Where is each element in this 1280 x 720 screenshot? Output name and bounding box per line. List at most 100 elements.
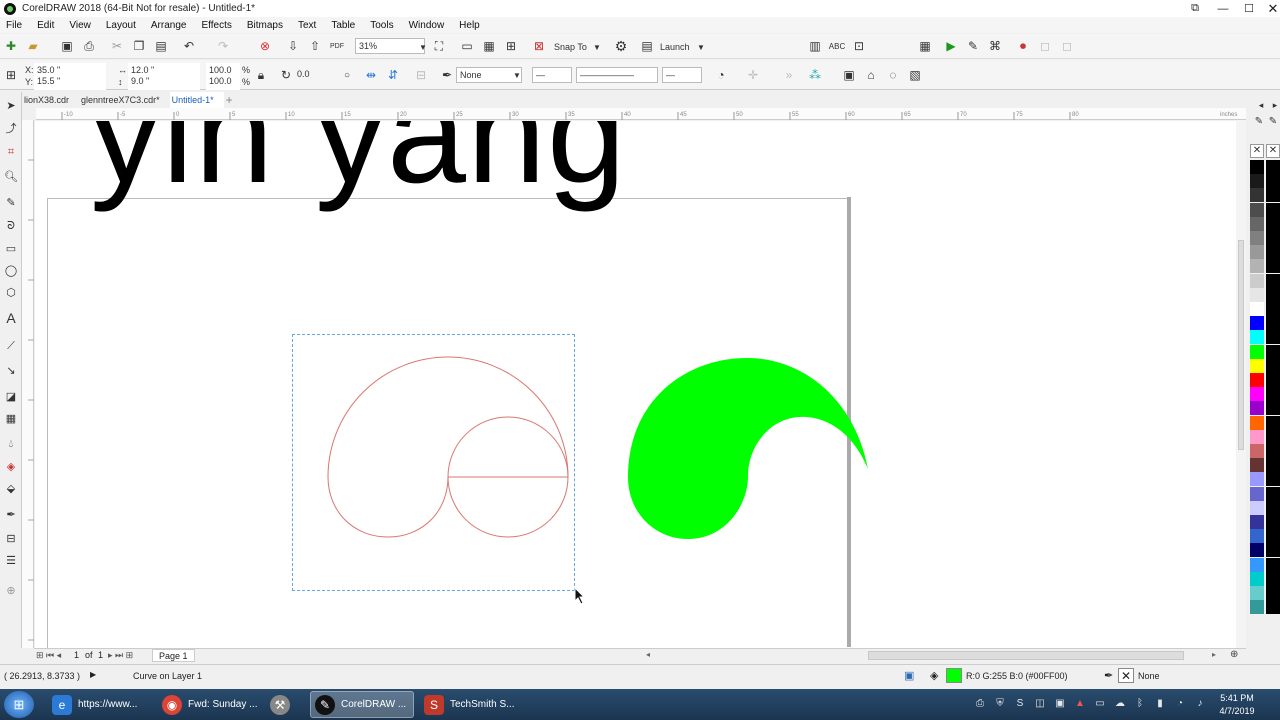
show-grid-icon[interactable]: ▦ [480, 37, 498, 55]
menu-help[interactable]: Help [459, 20, 480, 31]
snap-off-icon[interactable]: ⊠ [530, 37, 548, 55]
palette-swatch[interactable] [1250, 458, 1264, 473]
menu-bitmaps[interactable]: Bitmaps [247, 20, 283, 31]
palette-swatch[interactable] [1250, 344, 1264, 359]
undo-icon[interactable]: ↶ [180, 37, 198, 55]
drop-shadow-icon[interactable]: ◪ [3, 388, 19, 404]
artistic-media-icon[interactable]: ᘐ [3, 218, 19, 234]
palette-swatch[interactable] [1266, 245, 1280, 260]
print-icon[interactable]: ⎙ [80, 37, 98, 55]
palette-swatch[interactable] [1266, 273, 1280, 288]
macro-icon[interactable]: ⌘ [986, 37, 1004, 55]
no-fill-swatch[interactable]: ✕ [1266, 144, 1280, 158]
menu-text[interactable]: Text [298, 20, 316, 31]
tab-untitled[interactable]: Untitled-1* [169, 92, 224, 108]
palette-swatch[interactable] [1250, 515, 1264, 529]
docker-toggle-icon[interactable]: ▧ [906, 66, 924, 84]
paste-icon[interactable]: ▤ [152, 37, 170, 55]
pick-tool-icon[interactable]: ➤ [3, 97, 19, 113]
palette-swatch[interactable] [1266, 515, 1280, 529]
palette-swatch[interactable] [1266, 358, 1280, 373]
palette-swatch[interactable] [1266, 373, 1280, 387]
transparency-tool-icon[interactable]: ▦ [3, 410, 19, 426]
end-arrow-select[interactable]: — [662, 67, 702, 83]
more-icon[interactable]: » [780, 66, 798, 84]
add-node-icon[interactable]: ✛ [744, 66, 762, 84]
first-page-icon[interactable]: ⊞ ⏮ ◂ [36, 650, 61, 661]
palette-swatch[interactable] [1250, 486, 1264, 501]
drawing-canvas[interactable]: yin yang [35, 121, 1245, 648]
launch-label[interactable]: Launch [660, 42, 690, 52]
wrap-text-icon[interactable]: ⊟ [412, 66, 430, 84]
tray-battery-icon[interactable]: ▮ [1154, 698, 1166, 710]
tray-printer-icon[interactable]: ⎙ [974, 698, 986, 710]
freehand-tool-icon[interactable]: ✎ [3, 194, 19, 210]
maximize-icon[interactable]: ☐ [1236, 0, 1262, 17]
palette-swatch[interactable] [1266, 472, 1280, 487]
palette-swatch[interactable] [1250, 259, 1264, 274]
color-proof-icon[interactable]: ▣ [904, 669, 914, 682]
palette-swatch[interactable] [1250, 358, 1264, 373]
palette-swatch[interactable] [1250, 216, 1264, 231]
palette-swatch[interactable] [1266, 202, 1280, 217]
palette-swatch[interactable] [1250, 557, 1264, 572]
palette-swatch[interactable] [1266, 287, 1280, 302]
trace-icon[interactable]: ⌂ [862, 66, 880, 84]
mirror-vertical-icon[interactable]: ⇵ [384, 66, 402, 84]
tray-s-icon[interactable]: S [1014, 698, 1026, 710]
tab-lion[interactable]: lionX38.cdr [22, 92, 79, 108]
menu-effects[interactable]: Effects [201, 20, 231, 31]
palette-swatch[interactable] [1266, 429, 1280, 444]
polygon-tool-icon[interactable]: ⬡ [3, 284, 19, 300]
import-icon[interactable]: ⇩ [284, 37, 302, 55]
menu-window[interactable]: Window [409, 20, 445, 31]
crop-tool-icon[interactable]: ⌗ [3, 144, 19, 160]
launch-icon[interactable]: ▤ [638, 37, 656, 55]
palette-swatch[interactable] [1250, 316, 1264, 331]
table-icon[interactable]: ▦ [916, 37, 934, 55]
palette-swatch[interactable] [1266, 586, 1280, 600]
green-yin-shape[interactable] [628, 358, 868, 539]
tab-glenntree[interactable]: glenntreeX7C3.cdr* [79, 92, 170, 108]
scroll-left-icon[interactable]: ◂ [646, 650, 650, 659]
palette-swatch[interactable] [1266, 401, 1280, 416]
palette-swatch[interactable] [1266, 174, 1280, 189]
palette-swatch[interactable] [1250, 373, 1264, 387]
outline-pen-icon[interactable]: ✒ [438, 66, 456, 84]
palette-swatch[interactable] [1266, 330, 1280, 345]
scale-height-field[interactable]: 100.0 [206, 74, 240, 90]
restore-icon[interactable]: ⧉ [1182, 0, 1208, 17]
fill-color-swatch[interactable] [946, 668, 962, 683]
palette-swatch[interactable] [1250, 302, 1264, 316]
system-clock[interactable]: 5:41 PM 4/7/2019 [1212, 692, 1262, 718]
palette-swatch[interactable] [1250, 387, 1264, 402]
palette-swatch[interactable] [1250, 571, 1264, 586]
palette-swatch[interactable] [1266, 259, 1280, 274]
palette-swatch[interactable] [1266, 188, 1280, 203]
palette-swatch[interactable] [1250, 245, 1264, 260]
outline-tool-icon[interactable]: ✒ [3, 506, 19, 522]
zoom-navigator-icon[interactable]: ⊕ [1230, 649, 1238, 660]
options-gear-icon[interactable]: ⚙ [612, 37, 630, 55]
interactive-fill-icon[interactable]: ◈ [3, 458, 19, 474]
palette-swatch[interactable] [1250, 188, 1264, 203]
horizontal-scroll-thumb[interactable] [868, 651, 1184, 660]
shape-tool-icon[interactable]: ⤴ [3, 120, 19, 136]
tray-bluetooth-icon[interactable]: ᛒ [1134, 698, 1146, 710]
docker-icon[interactable]: ▥ [806, 37, 824, 55]
reduce-nodes-icon[interactable]: ⁂ [806, 66, 824, 84]
palette-swatch[interactable] [1250, 429, 1264, 444]
publish-pdf-icon[interactable]: PDF [328, 37, 346, 55]
connector-tool-icon[interactable]: ↘ [3, 362, 19, 378]
palette-swatch[interactable] [1266, 557, 1280, 572]
tray-display-icon[interactable]: ▭ [1094, 698, 1106, 710]
show-guidelines-icon[interactable]: ⊞ [502, 37, 520, 55]
y-position-field[interactable]: 15.5 " [34, 74, 106, 90]
palette-swatch[interactable] [1250, 415, 1264, 430]
palette-swatch[interactable] [1266, 387, 1280, 402]
rectangle-tool-icon[interactable]: ▭ [3, 240, 19, 256]
cut-icon[interactable]: ✂ [108, 37, 126, 55]
no-fill-swatch[interactable]: ✕ [1250, 144, 1264, 158]
start-arrow-select[interactable]: — [532, 67, 572, 83]
eyedropper-tool-icon[interactable]: 💧︎ [3, 436, 19, 452]
